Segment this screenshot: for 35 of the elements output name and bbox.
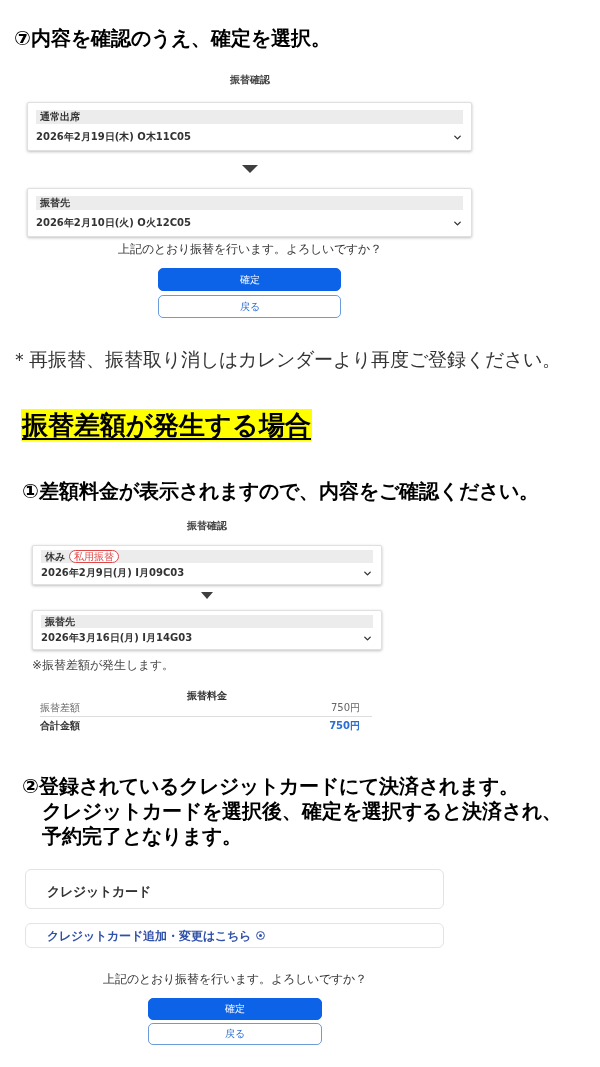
step-instruction: ⑦内容を確認のうえ、確定を選択。 — [14, 26, 331, 50]
notice-text: ※振替差額が発生します。 — [32, 658, 175, 672]
credit-card-link[interactable]: クレジットカード追加・変更はこちら — [25, 923, 444, 948]
ring-icon — [256, 931, 265, 940]
step-instruction-line: クレジットカードを選択後、確定を選択すると決済され、 — [42, 799, 562, 824]
back-button[interactable]: 戻る — [147, 1023, 322, 1045]
date-select[interactable]: 2026年3月16日(月) I月14G03 — [41, 631, 373, 645]
card-label: 振替先 — [45, 615, 75, 628]
back-button[interactable]: 戻る — [158, 295, 341, 318]
date-select[interactable]: 2026年2月9日(月) I月09C03 — [41, 566, 373, 580]
card-label: 振替先 — [40, 197, 70, 209]
panel-title: クレジットカード — [47, 884, 151, 899]
fee-amount: 750円 — [329, 720, 360, 732]
card-label: 通常出席 — [40, 111, 80, 123]
screen-title: 振替確認 — [229, 74, 270, 86]
card-label: 休み — [45, 550, 65, 563]
fee-label: 振替差額 — [40, 702, 80, 714]
highlighted-heading: 振替差額が発生する場合 — [21, 409, 312, 441]
fee-label: 合計金額 — [40, 720, 80, 732]
down-triangle-icon — [241, 165, 258, 173]
note-text: ＊再振替、振替取り消しはカレンダーより再度ご登録ください。 — [10, 348, 561, 370]
fee-amount: 750円 — [330, 702, 360, 714]
confirm-question: 上記のとおり振替を行います。よろしいですか？ — [102, 972, 367, 986]
screen-title: 振替確認 — [187, 520, 227, 532]
confirm-button[interactable]: 確定 — [158, 268, 341, 291]
status-badge: 私用振替 — [69, 550, 119, 563]
step-instruction-line: ②登録されているクレジットカードにて決済されます。 — [22, 774, 519, 799]
step-instruction-line: 予約完了となります。 — [42, 824, 242, 849]
confirm-button[interactable]: 確定 — [147, 998, 322, 1020]
down-triangle-icon — [201, 592, 213, 599]
date-select[interactable]: 2026年2月19日(木) O木11C05 — [36, 130, 463, 144]
fee-title: 振替料金 — [187, 690, 227, 702]
confirm-question: 上記のとおり振替を行います。よろしいですか？ — [117, 242, 382, 256]
step-instruction: ①差額料金が表示されますので、内容をご確認ください。 — [22, 480, 539, 502]
date-select[interactable]: 2026年2月10日(火) O火12C05 — [36, 216, 463, 230]
